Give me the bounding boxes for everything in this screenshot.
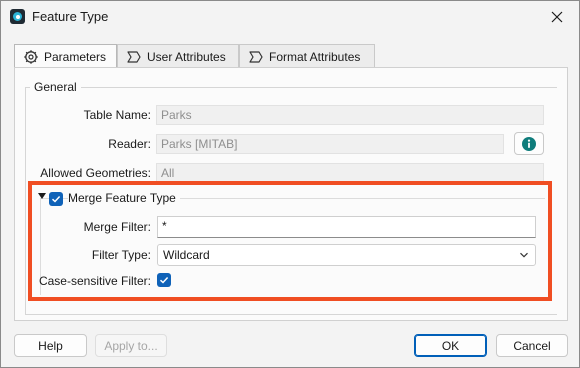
help-button[interactable]: Help [14,334,87,357]
table-name-label: Table Name: [83,108,151,122]
highlight-box [28,181,552,301]
attribute-icon [249,50,263,63]
allowed-geometries-field: All [156,163,544,183]
table-name-field: Parks [156,105,544,125]
window-title: Feature Type [32,9,109,24]
tab-parameters-label: Parameters [44,50,107,64]
reader-field: Parks [MITAB] [156,134,504,154]
feature-type-dialog: Feature Type Parameters User Attributes [0,0,580,368]
title-bar: Feature Type [1,1,579,33]
tab-user-attributes-label: User Attributes [147,49,226,64]
close-button[interactable] [549,9,565,25]
gear-icon [24,50,38,64]
tab-parameters[interactable]: Parameters [14,44,117,69]
attribute-icon [127,50,141,63]
reader-info-button[interactable] [514,132,544,155]
tab-format-attributes[interactable]: Format Attributes [239,44,375,68]
ok-button[interactable]: OK [414,334,487,357]
close-icon [551,11,563,23]
apply-to-button[interactable]: Apply to... [95,334,167,357]
general-group-label: General [30,80,81,94]
cancel-button[interactable]: Cancel [496,334,568,357]
info-icon [522,136,536,151]
tab-format-attributes-label: Format Attributes [269,49,361,64]
allowed-geometries-label: Allowed Geometries: [40,166,151,180]
app-logo-icon [10,9,25,24]
tab-user-attributes[interactable]: User Attributes [117,44,239,68]
reader-label: Reader: [108,137,151,151]
